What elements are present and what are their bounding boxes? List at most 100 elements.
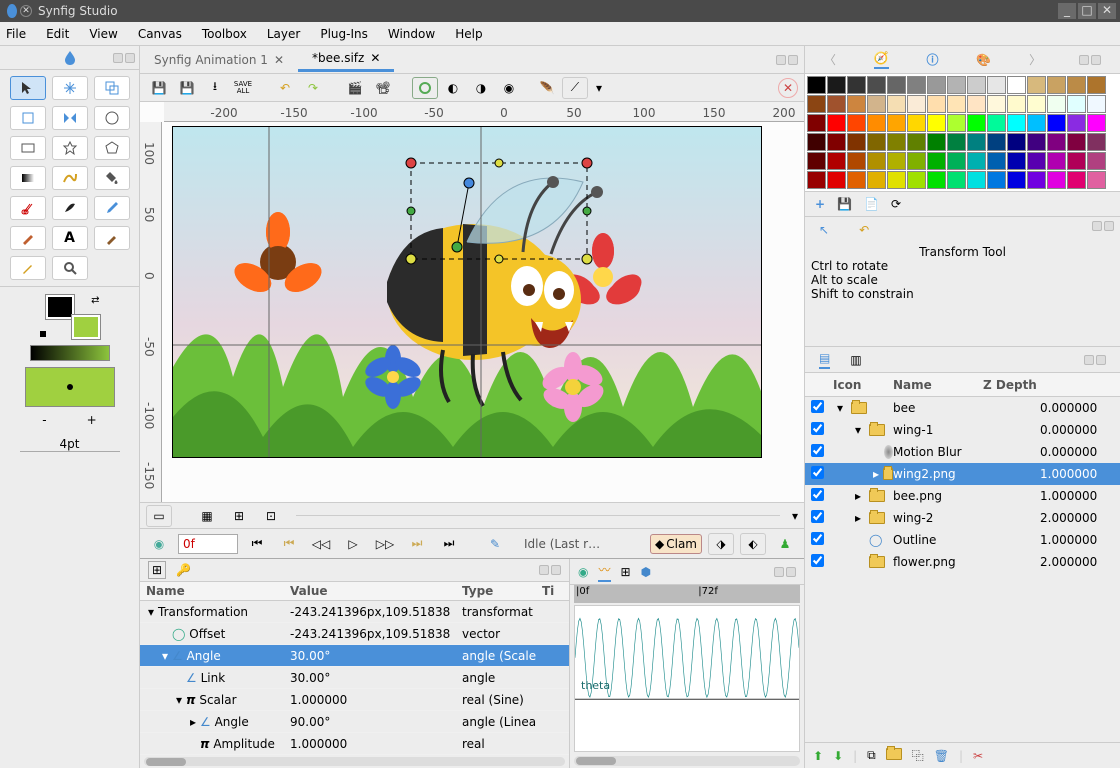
menu-file[interactable]: File (6, 27, 26, 41)
swap-colors-icon[interactable]: ⇄ (91, 295, 99, 306)
canvas[interactable] (164, 122, 804, 502)
palette-swatch[interactable] (827, 171, 846, 189)
expand-icon[interactable]: ▾ (837, 401, 847, 415)
menu-canvas[interactable]: Canvas (138, 27, 182, 41)
cutout-tool[interactable] (10, 196, 46, 220)
keyframes-tab-icon[interactable]: 🔑 (176, 563, 191, 577)
palette-swatch[interactable] (887, 95, 906, 113)
toolbox-tab[interactable] (0, 46, 139, 70)
palette-swatch[interactable] (987, 95, 1006, 113)
tab-bee[interactable]: *bee.sifz✕ (298, 47, 394, 72)
export-button[interactable]: ⭳ (202, 77, 228, 99)
time-input[interactable] (178, 534, 238, 554)
draw-tool[interactable] (10, 226, 46, 250)
palette-swatch[interactable] (907, 171, 926, 189)
curves-tab-4-icon[interactable]: ⬢ (641, 565, 651, 579)
palette-swatch[interactable] (967, 171, 986, 189)
palette-swatch[interactable] (1027, 95, 1046, 113)
param-value[interactable]: -243.241396px,109.51838 (290, 627, 462, 641)
param-value[interactable]: 90.00° (290, 715, 462, 729)
layer-visible-checkbox[interactable] (811, 510, 824, 523)
palette-swatch[interactable] (867, 152, 886, 170)
palette-swatch[interactable] (1007, 76, 1026, 94)
palette-swatch[interactable] (867, 95, 886, 113)
menu-window[interactable]: Window (388, 27, 435, 41)
last-frame-button[interactable]: ⏭ (436, 533, 462, 555)
time-ruler[interactable]: |0f |72f (574, 585, 800, 603)
layer-visible-checkbox[interactable] (811, 488, 824, 501)
palette-swatch[interactable] (827, 152, 846, 170)
menu-layer[interactable]: Layer (267, 27, 300, 41)
layer-up-icon[interactable]: ⬆ (813, 749, 823, 763)
palette-swatch[interactable] (1007, 95, 1026, 113)
param-row[interactable]: ▾Transformation-243.241396px,109.51838tr… (140, 601, 569, 623)
menu-help[interactable]: Help (455, 27, 482, 41)
palette-swatch[interactable] (987, 114, 1006, 132)
palette-swatch[interactable] (967, 76, 986, 94)
curves-tab-1-icon[interactable]: ◉ (578, 565, 588, 579)
expand-icon[interactable]: ▸ (873, 467, 879, 481)
palette-swatch[interactable] (1067, 76, 1086, 94)
nav-prev-icon[interactable]: 〈 (824, 51, 836, 68)
layer-visible-checkbox[interactable] (811, 554, 824, 567)
palette-swatch[interactable] (927, 152, 946, 170)
palette-swatch[interactable] (1027, 171, 1046, 189)
smooth-move-tool[interactable] (52, 76, 88, 100)
palette-swatch[interactable] (1087, 152, 1106, 170)
palette-swatch[interactable] (1027, 76, 1046, 94)
onion-prev-icon[interactable]: ◐ (440, 77, 466, 99)
fill-tool[interactable] (94, 166, 130, 190)
layer-row[interactable]: ▸wing-22.000000 (805, 507, 1120, 529)
onion-next-icon[interactable]: ◑ (468, 77, 494, 99)
layer-group-icon[interactable]: ⧉ (867, 748, 876, 763)
close-icon[interactable]: ✕ (370, 51, 380, 65)
animate-mode-icon[interactable]: ◉ (146, 533, 172, 555)
palette-swatch[interactable] (1087, 133, 1106, 151)
palette-add-icon[interactable]: + (815, 197, 825, 211)
library-tab-icon[interactable]: ▥ (850, 353, 861, 367)
loop-button[interactable]: ✎ (482, 533, 508, 555)
palette-swatch[interactable] (867, 171, 886, 189)
scale-tool[interactable] (94, 76, 130, 100)
palette-swatch[interactable] (907, 133, 926, 151)
text-tool[interactable]: A (52, 226, 88, 250)
layer-cut-icon[interactable]: ✂ (973, 749, 983, 763)
palette-swatch[interactable] (1007, 114, 1026, 132)
tab-animation-1[interactable]: Synfig Animation 1✕ (140, 49, 298, 71)
fg-color[interactable] (46, 295, 74, 319)
prev-key-button[interactable]: ⏮ (276, 533, 302, 555)
palette-swatch[interactable] (1027, 114, 1046, 132)
palette-swatch[interactable] (1047, 114, 1066, 132)
param-value[interactable]: 1.000000 (290, 693, 462, 707)
bg-color[interactable] (72, 315, 100, 339)
layer-visible-checkbox[interactable] (811, 400, 824, 413)
minimize-button[interactable]: _ (1058, 3, 1076, 19)
palette-swatch[interactable] (1067, 95, 1086, 113)
next-frame-button[interactable]: ▷▷ (372, 533, 398, 555)
arrow-tool-icon[interactable]: ↖ (819, 223, 829, 237)
palette-swatch[interactable] (1047, 133, 1066, 151)
palette-swatch[interactable] (947, 114, 966, 132)
palette-swatch[interactable] (927, 171, 946, 189)
curves-tab-3-icon[interactable]: ⊞ (621, 565, 631, 579)
render-button[interactable]: 🎬 (342, 77, 368, 99)
palette-swatch[interactable] (807, 152, 826, 170)
menu-plugins[interactable]: Plug-Ins (320, 27, 368, 41)
palette-swatch[interactable] (807, 133, 826, 151)
curves-tab-2-icon[interactable]: 〰 (598, 561, 610, 582)
layer-row[interactable]: Motion Blur0.000000 (805, 441, 1120, 463)
current-color-preview[interactable] (25, 367, 115, 407)
palette-swatch[interactable] (887, 171, 906, 189)
palette-save-icon[interactable]: 💾 (837, 197, 852, 211)
palette-swatch[interactable] (1087, 95, 1106, 113)
palette-swatch[interactable] (947, 76, 966, 94)
expand-icon[interactable]: ▸ (855, 511, 865, 525)
palette-swatch[interactable] (927, 133, 946, 151)
layer-visible-checkbox[interactable] (811, 422, 824, 435)
param-row[interactable]: π Amplitude1.000000real (140, 733, 569, 755)
mirror-tool[interactable] (52, 106, 88, 130)
palette-swatch[interactable] (927, 114, 946, 132)
view-menu-icon[interactable]: ▭ (146, 505, 172, 527)
grid-icon[interactable]: ▦ (194, 505, 220, 527)
expand-icon[interactable]: ▾ (148, 605, 158, 619)
